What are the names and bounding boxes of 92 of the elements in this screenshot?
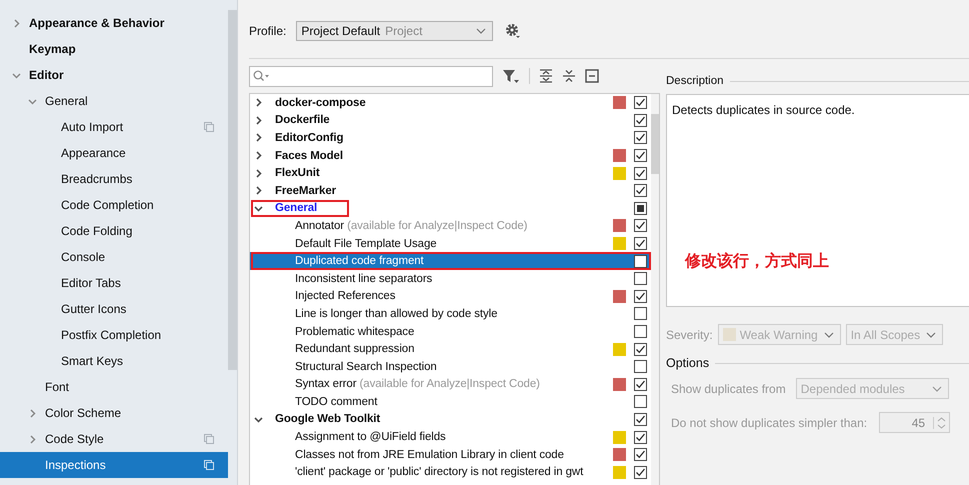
inspection-row[interactable]: Default File Template Usage	[250, 234, 651, 252]
annotation-text: 修改该行，方式同上	[685, 251, 829, 272]
inspection-row[interactable]: Google Web Toolkit	[250, 410, 651, 428]
collapse-all-icon[interactable]	[562, 69, 576, 83]
inspection-row[interactable]: Assignment to @UiField fields	[250, 428, 651, 446]
checkbox[interactable]	[634, 430, 647, 444]
checkbox[interactable]	[634, 360, 647, 374]
inspection-row[interactable]: 'client' package or 'public' directory is not registered in gwt	[250, 463, 651, 482]
checkbox[interactable]	[634, 272, 647, 286]
chevron-right-icon[interactable]	[254, 133, 263, 142]
inspection-row[interactable]: FlexUnit	[250, 164, 651, 182]
caret-icon	[476, 28, 486, 34]
caret-icon	[926, 332, 936, 338]
checkbox[interactable]	[634, 254, 647, 268]
checkbox[interactable]	[634, 395, 647, 408]
inspection-row[interactable]: Injected References	[250, 288, 651, 306]
sidebar-item[interactable]: Console	[0, 244, 228, 270]
checkbox[interactable]	[634, 448, 647, 462]
sidebar-item[interactable]: Inspections	[0, 452, 228, 478]
sidebar-item[interactable]: Appearance & Behavior	[0, 10, 228, 36]
checkbox[interactable]	[634, 96, 647, 110]
checkbox[interactable]	[634, 237, 647, 250]
profile-label: Profile:	[249, 24, 286, 38]
chevron-right-icon[interactable]	[254, 186, 263, 196]
chevron-right-icon[interactable]	[254, 168, 263, 178]
sidebar-item[interactable]: Editor Tabs	[0, 270, 228, 296]
inspection-row[interactable]: Line is longer than allowed by code style	[250, 305, 651, 323]
inspection-row[interactable]: Annotator (available for Analyze|Inspect Code)	[250, 217, 651, 235]
sidebar-item[interactable]: Font	[0, 374, 228, 400]
checkbox[interactable]	[634, 219, 647, 232]
checkbox[interactable]	[634, 378, 647, 391]
description-text: Detects duplicates in source code.	[672, 103, 855, 117]
checkbox[interactable]	[634, 166, 647, 180]
severity-label: Severity:	[666, 328, 713, 342]
sidebar-item[interactable]: Code Style	[0, 426, 228, 452]
search-field[interactable]	[249, 66, 493, 86]
checkbox[interactable]	[634, 307, 647, 320]
inspection-row[interactable]: Classes not from JRE Emulation Library in client code	[250, 446, 651, 464]
expand-all-icon[interactable]	[539, 69, 553, 83]
checkbox[interactable]	[634, 202, 647, 215]
inspection-row[interactable]: Problematic whitespace	[250, 322, 651, 340]
caret-icon	[932, 386, 942, 392]
section-title: Description	[666, 75, 724, 87]
scrollbar-thumb[interactable]	[228, 10, 237, 370]
inspection-row[interactable]: Dockerfile	[250, 112, 651, 130]
inspection-row[interactable]: TODO comment	[250, 393, 651, 411]
checkbox[interactable]	[634, 290, 647, 303]
checkbox[interactable]	[634, 184, 647, 198]
inspection-row[interactable]: Redundant suppression	[250, 340, 651, 358]
inspection-row[interactable]: Inconsistent line separators	[250, 270, 651, 288]
sidebar-item[interactable]: Gutter Icons	[0, 296, 228, 322]
filter-icon[interactable]	[502, 68, 520, 84]
sidebar-item[interactable]: Keymap	[0, 36, 228, 62]
checkbox[interactable]	[634, 114, 647, 127]
sidebar-item[interactable]: Color Scheme	[0, 400, 228, 426]
sidebar-item[interactable]: General	[0, 88, 228, 114]
inspection-row[interactable]: Syntax error (available for Analyze|Inspect Code)	[250, 376, 651, 394]
section-title: Options	[666, 356, 710, 370]
sidebar-item[interactable]: Smart Keys	[0, 348, 228, 374]
scrollbar-thumb[interactable]	[651, 114, 659, 174]
chevron-right-icon[interactable]	[254, 151, 263, 160]
sidebar-item[interactable]: Code Folding	[0, 218, 228, 244]
checkbox[interactable]	[634, 466, 647, 479]
sidebar-item[interactable]: Editor	[0, 62, 228, 88]
inspection-row[interactable]: EditorConfig	[250, 129, 651, 147]
checkbox[interactable]	[634, 325, 647, 338]
inspection-row[interactable]: FreeMarker	[250, 182, 651, 200]
chevron-down-icon[interactable]	[254, 414, 263, 424]
checkbox[interactable]	[634, 131, 647, 144]
inspection-row[interactable]: General	[250, 200, 651, 218]
chevron-right-icon[interactable]	[254, 98, 263, 108]
search-icon	[253, 70, 271, 82]
sidebar-item[interactable]: Auto Import	[0, 114, 228, 140]
inspection-row[interactable]: Faces Model	[250, 146, 651, 164]
profile-dropdown[interactable]: Project Default Project	[296, 21, 494, 41]
sidebar-item[interactable]: Appearance	[0, 140, 228, 166]
checkbox[interactable]	[634, 342, 647, 356]
chevron-down-icon[interactable]	[254, 204, 263, 213]
sidebar-item[interactable]: Postfix Completion	[0, 322, 228, 348]
gear-icon[interactable]	[505, 23, 522, 39]
sidebar-item[interactable]: Code Completion	[0, 192, 228, 218]
sidebar-item[interactable]: Breadcrumbs	[0, 166, 228, 192]
caret-icon	[824, 332, 834, 338]
checkbox[interactable]	[634, 412, 647, 426]
inspection-row[interactable]: Structural Search Inspection	[250, 358, 651, 376]
minus-box-icon[interactable]	[585, 69, 599, 83]
inspection-row[interactable]: Duplicated code fragment	[250, 252, 651, 270]
option-label: Show duplicates from	[671, 382, 786, 396]
inspection-row[interactable]: docker-compose	[250, 94, 651, 112]
chevron-right-icon[interactable]	[254, 116, 263, 125]
option-label: Do not show duplicates simpler than:	[671, 416, 868, 430]
checkbox[interactable]	[634, 149, 647, 162]
